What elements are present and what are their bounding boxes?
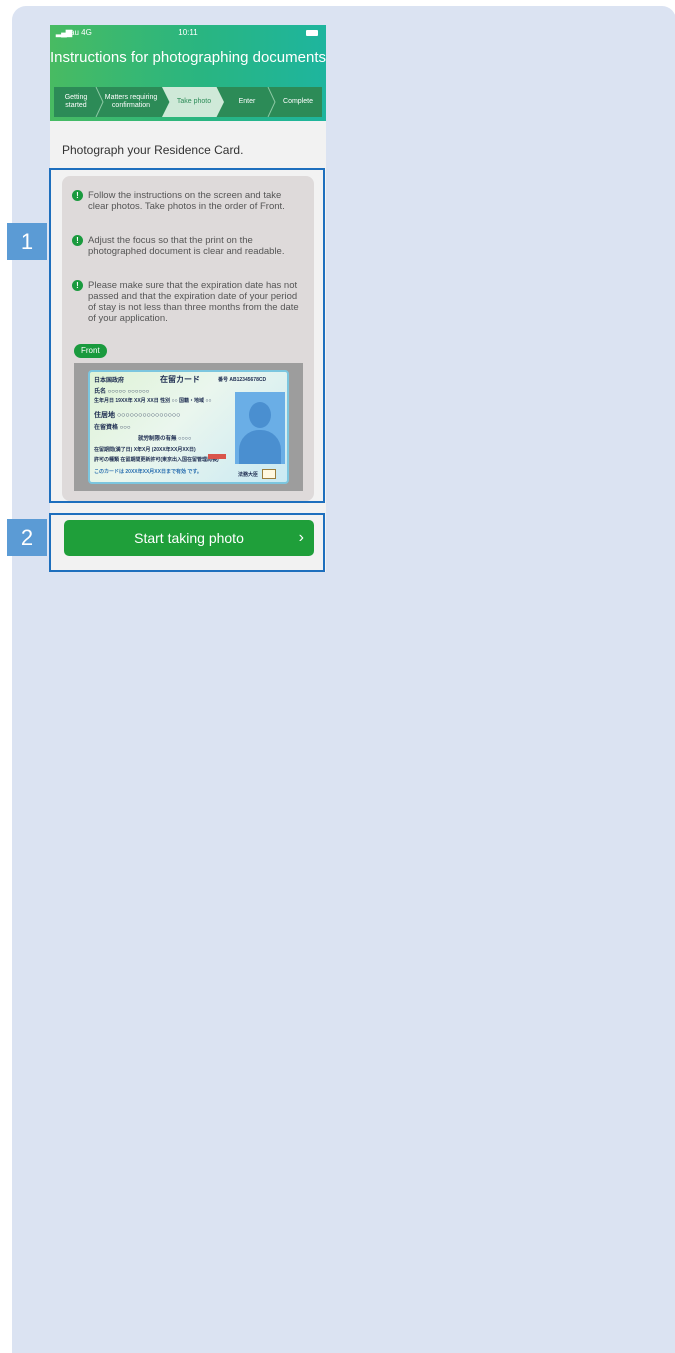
annotation-marker-2: 2 bbox=[7, 519, 47, 556]
annotation-marker-1: 1 bbox=[7, 223, 47, 260]
step-separator-icon bbox=[267, 87, 276, 117]
status-time: 10:11 bbox=[178, 28, 198, 37]
body-title: Photograph your Residence Card. bbox=[62, 143, 244, 157]
step-complete: Complete bbox=[283, 98, 313, 105]
step-matters-requiring-confirmation: Matters requiring confirmation bbox=[104, 94, 158, 109]
battery-icon bbox=[306, 30, 318, 36]
highlight-box-1 bbox=[49, 168, 325, 503]
status-bar: ▂▄▆ au 4G 10:11 bbox=[50, 25, 326, 41]
highlight-box-2 bbox=[49, 513, 325, 572]
step-take-photo: Take photo bbox=[176, 98, 212, 105]
step-separator-icon bbox=[95, 87, 104, 117]
progress-steps: Getting started Matters requiring confir… bbox=[54, 87, 322, 117]
page-title: Instructions for photographing documents bbox=[50, 49, 326, 66]
step-getting-started: Getting started bbox=[64, 94, 88, 109]
app-header: ▂▄▆ au 4G 10:11 Instructions for photogr… bbox=[50, 25, 326, 121]
step-enter: Enter bbox=[238, 98, 256, 105]
